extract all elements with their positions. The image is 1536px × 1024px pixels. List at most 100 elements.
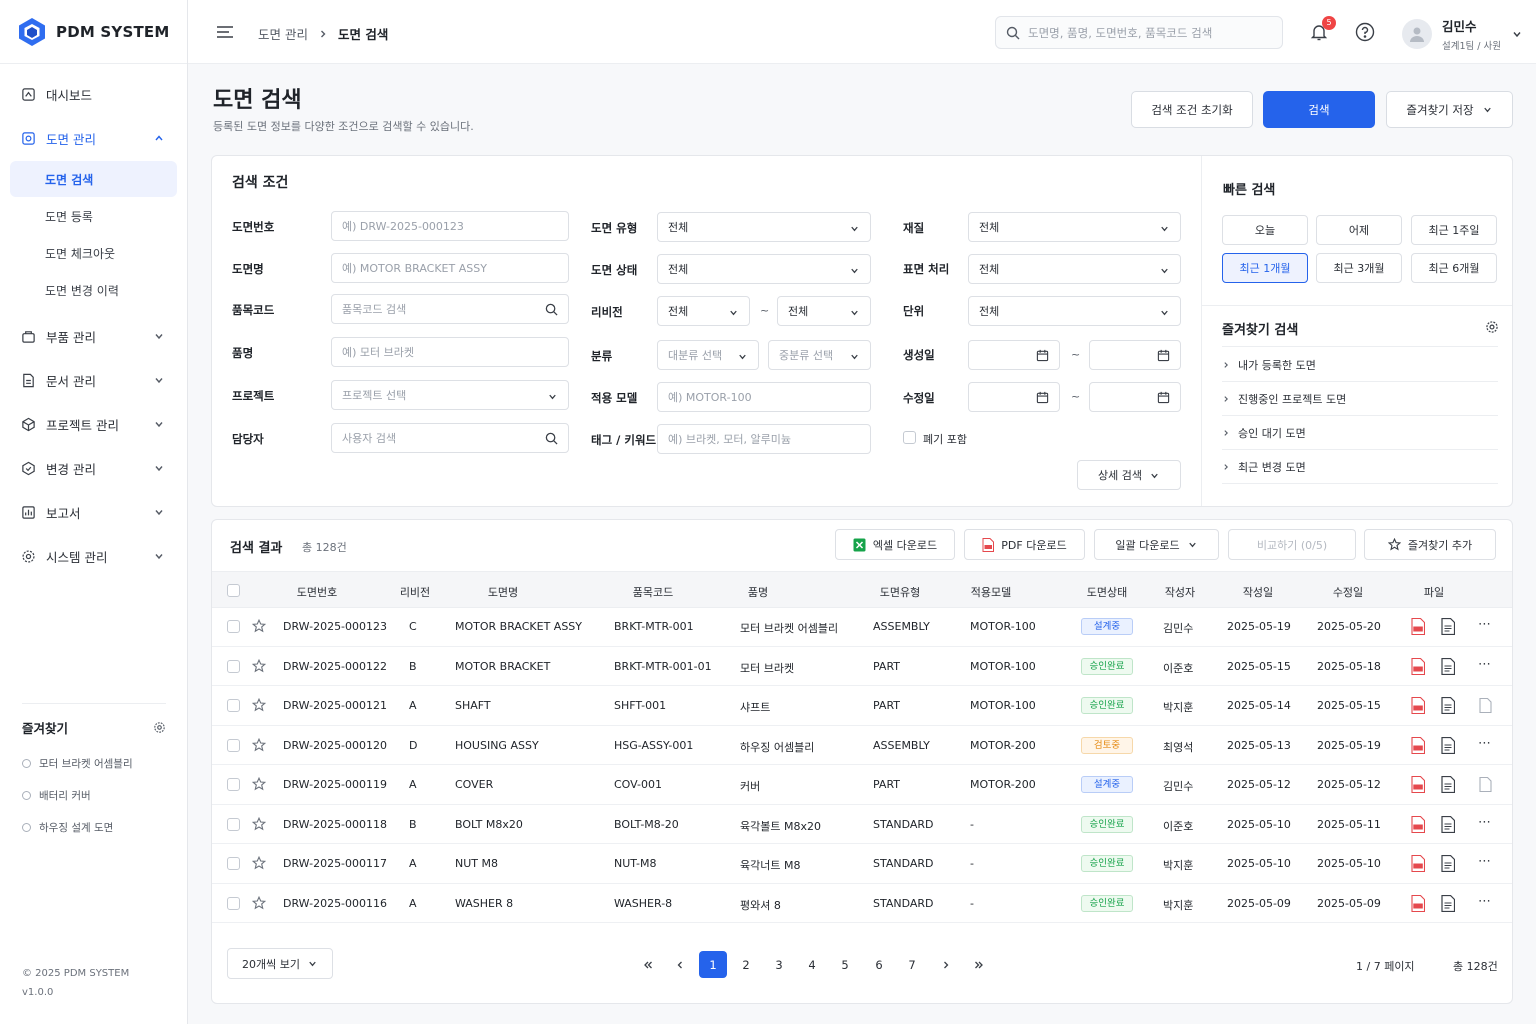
favorite-search-item[interactable]: 최근 변경 도면 (1222, 450, 1498, 484)
calendar-icon[interactable] (1157, 349, 1170, 362)
search-button[interactable]: 검색 (1263, 91, 1375, 128)
material-select[interactable]: 전체 (968, 212, 1181, 242)
save-favorite-button[interactable]: 즐겨찾기 저장 (1386, 91, 1513, 128)
model-input[interactable]: 예) MOTOR-100 (657, 382, 871, 412)
sidebar-favorite-item[interactable]: 하우징 설계 도면 (22, 811, 166, 843)
pdf-file-icon[interactable] (1411, 657, 1425, 675)
add-favorite-button[interactable]: 즐겨찾기 추가 (1364, 529, 1496, 560)
column-header[interactable]: 작성일 (1243, 584, 1273, 600)
global-search-input[interactable]: 도면명, 품명, 도면번호, 품목코드 검색 (995, 16, 1283, 49)
row-checkbox[interactable] (227, 738, 240, 752)
document-file-icon[interactable] (1441, 894, 1455, 912)
favorite-search-item[interactable]: 승인 대기 도면 (1222, 416, 1498, 450)
calendar-icon[interactable] (1157, 391, 1170, 404)
search-icon[interactable] (545, 432, 558, 445)
revision-from-select[interactable]: 전체 (657, 296, 750, 326)
submenu-drawing-register[interactable]: 도면 등록 (10, 198, 177, 234)
column-header[interactable]: 적용모델 (971, 584, 1011, 600)
hamburger-menu-icon[interactable] (216, 24, 234, 40)
page-button[interactable]: 3 (765, 951, 793, 978)
next-page-button[interactable] (932, 951, 960, 978)
page-button[interactable]: 1 (699, 951, 727, 978)
row-checkbox[interactable] (227, 896, 240, 910)
more-options-icon[interactable]: ⋯ (1478, 657, 1492, 672)
document-file-icon[interactable] (1441, 697, 1455, 714)
column-header[interactable]: 작성자 (1165, 584, 1195, 600)
document-file-icon[interactable] (1441, 855, 1455, 872)
quick-3month-button[interactable]: 최근 3개월 (1316, 253, 1402, 283)
table-row[interactable]: DRW-2025-000119 A COVER COV-001 커버 PART MOTOR-… (212, 765, 1512, 805)
row-checkbox[interactable] (227, 620, 240, 633)
document-file-icon[interactable] (1441, 736, 1455, 754)
pdf-file-icon[interactable] (1411, 697, 1425, 714)
table-row[interactable]: DRW-2025-000117 A NUT M8 NUT-M8 육각너트 M8 STAND… (212, 844, 1512, 884)
app-logo[interactable]: PDM SYSTEM (0, 0, 187, 64)
row-checkbox[interactable] (227, 857, 240, 870)
table-row[interactable]: DRW-2025-000116 A WASHER 8 WASHER-8 평와셔 8 STA… (212, 884, 1512, 923)
quick-yesterday-button[interactable]: 어제 (1316, 215, 1402, 245)
pdf-file-icon[interactable] (1411, 736, 1425, 754)
help-icon[interactable] (1355, 22, 1375, 42)
page-size-select[interactable]: 20개씩 보기 (227, 948, 333, 979)
column-header[interactable]: 도면상태 (1087, 584, 1127, 600)
column-header[interactable]: 품목코드 (633, 584, 673, 600)
last-page-button[interactable] (965, 951, 993, 978)
row-checkbox[interactable] (227, 778, 240, 791)
row-checkbox[interactable] (227, 817, 240, 831)
document-file-icon[interactable] (1441, 776, 1455, 793)
prev-page-button[interactable] (666, 951, 694, 978)
item-code-input[interactable]: 품목코드 검색 (331, 294, 569, 324)
reset-search-button[interactable]: 검색 조건 초기화 (1131, 91, 1253, 128)
tags-input[interactable]: 예) 브라켓, 모터, 알루미늄 (657, 424, 871, 454)
drawing-name-input[interactable]: 예) MOTOR BRACKET ASSY (331, 253, 569, 283)
more-options-icon[interactable]: ⋯ (1478, 854, 1492, 869)
revision-to-select[interactable]: 전체 (777, 296, 871, 326)
page-button[interactable]: 6 (865, 951, 893, 978)
item-name-input[interactable]: 예) 모터 브라켓 (331, 337, 569, 367)
nav-changes[interactable]: 변경 관리 (10, 446, 177, 490)
row-checkbox[interactable] (227, 699, 240, 712)
file-icon[interactable] (1479, 698, 1492, 713)
page-button[interactable]: 5 (831, 951, 859, 978)
unit-select[interactable]: 전체 (968, 296, 1181, 326)
star-icon[interactable] (252, 698, 266, 712)
page-button[interactable]: 4 (798, 951, 826, 978)
table-row[interactable]: DRW-2025-000123 C MOTOR BRACKET ASSY BRKT-M… (212, 607, 1512, 647)
nav-documents[interactable]: 문서 관리 (10, 358, 177, 402)
gear-icon[interactable] (153, 721, 166, 734)
modified-to-date[interactable] (1089, 382, 1181, 412)
surface-select[interactable]: 전체 (968, 254, 1181, 284)
drawing-no-input[interactable]: 예) DRW-2025-000123 (331, 211, 569, 241)
quick-today-button[interactable]: 오늘 (1222, 215, 1308, 245)
table-row[interactable]: DRW-2025-000122 B MOTOR BRACKET BRKT-MTR-00… (212, 647, 1512, 686)
table-row[interactable]: DRW-2025-000121 A SHAFT SHFT-001 샤프트 PART MOTO… (212, 686, 1512, 726)
star-icon[interactable] (252, 658, 266, 673)
more-options-icon[interactable]: ⋯ (1478, 617, 1492, 632)
breadcrumb-parent[interactable]: 도면 관리 (258, 24, 308, 43)
quick-1month-button[interactable]: 최근 1개월 (1222, 253, 1308, 283)
document-file-icon[interactable] (1441, 618, 1455, 635)
owner-input[interactable]: 사용자 검색 (331, 423, 569, 453)
advanced-search-button[interactable]: 상세 검색 (1077, 460, 1181, 490)
table-row[interactable]: DRW-2025-000118 B BOLT M8x20 BOLT-M8-20 육각볼트… (212, 805, 1512, 844)
pdf-file-icon[interactable] (1411, 776, 1425, 793)
favorite-search-item[interactable]: 내가 등록한 도면 (1222, 348, 1498, 382)
star-icon[interactable] (252, 777, 266, 791)
column-header[interactable]: 리비전 (400, 584, 430, 600)
nav-projects[interactable]: 프로젝트 관리 (10, 402, 177, 446)
pdf-download-button[interactable]: PDF 다운로드 (964, 529, 1085, 560)
nav-system[interactable]: 시스템 관리 (10, 534, 177, 578)
more-options-icon[interactable]: ⋯ (1478, 815, 1492, 830)
page-button[interactable]: 2 (732, 951, 760, 978)
created-from-date[interactable] (968, 340, 1060, 370)
more-options-icon[interactable]: ⋯ (1478, 894, 1492, 909)
first-page-button[interactable] (634, 951, 662, 978)
created-to-date[interactable] (1089, 340, 1181, 370)
submenu-drawing-search[interactable]: 도면 검색 (10, 161, 177, 197)
select-all-checkbox[interactable] (227, 584, 240, 597)
type-select[interactable]: 전체 (657, 212, 871, 242)
quick-6month-button[interactable]: 최근 6개월 (1411, 253, 1497, 283)
pdf-file-icon[interactable] (1411, 815, 1425, 833)
document-file-icon[interactable] (1441, 815, 1455, 833)
more-options-icon[interactable]: ⋯ (1478, 736, 1492, 751)
